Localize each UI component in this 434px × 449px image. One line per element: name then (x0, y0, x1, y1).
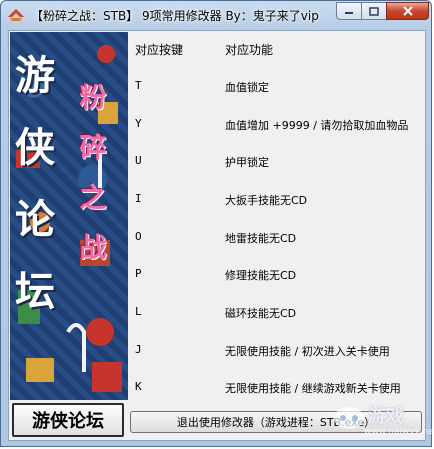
hotkey-row: Y 血值增加 +9999 / 请勿拾取加血物品 (133, 117, 423, 135)
app-icon (8, 9, 24, 21)
header-key: 对应按键 (135, 43, 184, 57)
forum-button[interactable]: 游侠论坛 (12, 403, 124, 437)
hotkey-row: P 修理技能无CD (133, 267, 423, 285)
hotkey-key: Y (135, 117, 142, 130)
exit-trainer-button[interactable]: 退出使用修改器（游戏进程：STB.exe） (130, 411, 422, 433)
hotkey-row: O 地雷技能无CD (133, 230, 423, 248)
hotkey-row: L 磁环技能无CD (133, 305, 423, 323)
hotkey-function: 护甲锁定 (225, 156, 269, 169)
forum-char: 游 (15, 52, 55, 99)
header-function: 对应功能 (225, 43, 274, 57)
forum-vertical-title: 游 侠 论 坛 (12, 40, 58, 328)
title-bar[interactable]: 【粉碎之战：STB】 9项常用修改器 By：鬼子来了vip (1, 1, 431, 29)
app-window: 【粉碎之战：STB】 9项常用修改器 By：鬼子来了vip 游 侠 论 坛 粉 … (0, 0, 432, 447)
hotkey-table: 对应按键 对应功能 T 血值锁定 Y 血值增加 +9999 / 请勿拾取加血物品… (133, 31, 423, 401)
hotkey-function: 无限使用技能 / 初次进入关卡使用 (225, 345, 390, 358)
forum-char: 坛 (15, 268, 55, 315)
hotkey-row: I 大扳手技能无CD (133, 192, 423, 210)
game-title-char: 粉 (79, 83, 107, 114)
hotkey-key: L (135, 305, 142, 318)
maximize-icon (369, 6, 379, 16)
hotkey-key: P (135, 267, 142, 280)
minimize-icon (345, 12, 353, 14)
maximize-button[interactable] (361, 2, 387, 20)
hotkey-function: 地雷技能无CD (225, 232, 297, 245)
hotkey-function: 无限使用技能 / 继续游戏新关卡使用 (225, 382, 401, 395)
close-icon (402, 6, 413, 16)
hotkey-function: 修理技能无CD (225, 269, 297, 282)
game-title-char: 碎 (79, 133, 107, 164)
client-area: 游 侠 论 坛 粉 碎 之 战 对应按键 对应功能 T 血值锁定 Y 血值增加 … (8, 30, 426, 441)
hotkey-function: 血值增加 +9999 / 请勿拾取加血物品 (225, 119, 409, 132)
hotkey-key: O (135, 230, 142, 243)
forum-char: 论 (15, 196, 55, 243)
hotkey-key: K (135, 380, 142, 393)
game-title-char: 之 (79, 183, 107, 214)
hotkey-function: 大扳手技能无CD (225, 194, 308, 207)
game-banner-image: 游 侠 论 坛 粉 碎 之 战 (10, 32, 128, 400)
hotkey-row: J 无限使用技能 / 初次进入关卡使用 (133, 343, 423, 361)
window-title: 【粉碎之战：STB】 9项常用修改器 By：鬼子来了vip (31, 9, 319, 23)
minimize-button[interactable] (336, 2, 362, 20)
game-vertical-title: 粉 碎 之 战 (76, 74, 110, 274)
hotkey-key: I (135, 192, 142, 205)
hotkey-function: 磁环技能无CD (225, 307, 297, 320)
hotkey-row: T 血值锁定 (133, 79, 423, 97)
forum-char: 侠 (15, 124, 55, 171)
hotkey-function: 血值锁定 (225, 81, 269, 94)
hotkey-row: U 护甲锁定 (133, 154, 423, 172)
hotkey-header: 对应按键 对应功能 (133, 41, 423, 59)
hotkey-key: J (135, 343, 142, 356)
game-title-char: 战 (79, 233, 107, 264)
hotkey-row: K 无限使用技能 / 继续游戏新关卡使用 (133, 380, 423, 398)
hotkey-key: U (135, 154, 142, 167)
hotkey-key: T (135, 79, 142, 92)
close-button[interactable] (386, 2, 429, 20)
